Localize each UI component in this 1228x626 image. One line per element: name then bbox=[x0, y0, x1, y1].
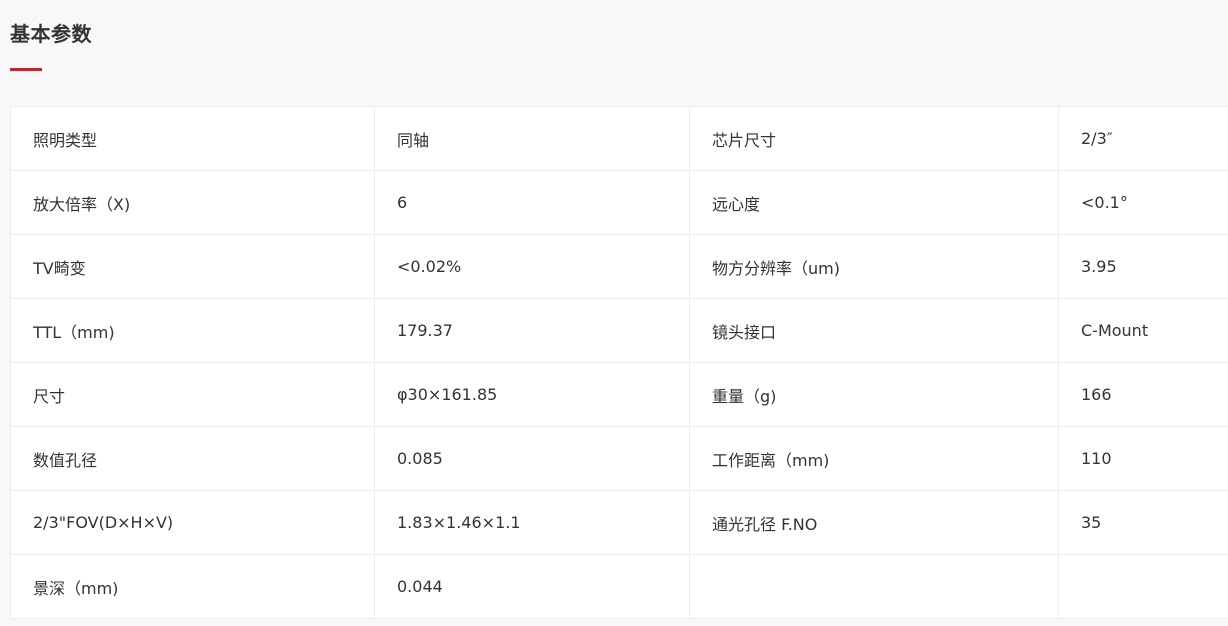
table-row: 照明类型 同轴 芯片尺寸 2/3″ bbox=[10, 106, 1228, 171]
spec-label: 芯片尺寸 bbox=[689, 106, 1059, 171]
spec-label: TV畸变 bbox=[10, 234, 375, 299]
spec-value: <0.1° bbox=[1058, 170, 1228, 235]
spec-label: 尺寸 bbox=[10, 362, 375, 427]
spec-value: C-Mount bbox=[1058, 298, 1228, 363]
table-row: TTL（mm) 179.37 镜头接口 C-Mount bbox=[10, 298, 1228, 363]
spec-value: 166 bbox=[1058, 362, 1228, 427]
spec-value-empty bbox=[1058, 554, 1228, 619]
spec-table: 照明类型 同轴 芯片尺寸 2/3″ 放大倍率（X) 6 远心度 <0.1° TV… bbox=[10, 106, 1228, 619]
spec-value: 35 bbox=[1058, 490, 1228, 555]
spec-label: 物方分辨率（um) bbox=[689, 234, 1059, 299]
spec-label-empty bbox=[689, 554, 1059, 619]
table-row: 数值孔径 0.085 工作距离（mm) 110 bbox=[10, 426, 1228, 491]
table-row: 2/3"FOV(D×H×V) 1.83×1.46×1.1 通光孔径 F.NO 3… bbox=[10, 490, 1228, 555]
spec-label: 重量（g) bbox=[689, 362, 1059, 427]
spec-value: 3.95 bbox=[1058, 234, 1228, 299]
spec-value: 同轴 bbox=[374, 106, 690, 171]
table-row: 景深（mm) 0.044 bbox=[10, 554, 1228, 619]
section-title: 基本参数 bbox=[10, 22, 92, 46]
spec-label: 镜头接口 bbox=[689, 298, 1059, 363]
spec-value: 6 bbox=[374, 170, 690, 235]
title-accent-underline bbox=[10, 68, 42, 71]
table-row: TV畸变 <0.02% 物方分辨率（um) 3.95 bbox=[10, 234, 1228, 299]
spec-label: 2/3"FOV(D×H×V) bbox=[10, 490, 375, 555]
spec-label: 照明类型 bbox=[10, 106, 375, 171]
spec-label: 景深（mm) bbox=[10, 554, 375, 619]
spec-label: 远心度 bbox=[689, 170, 1059, 235]
spec-label: 放大倍率（X) bbox=[10, 170, 375, 235]
spec-label: 数值孔径 bbox=[10, 426, 375, 491]
spec-label: 通光孔径 F.NO bbox=[689, 490, 1059, 555]
table-row: 尺寸 φ30×161.85 重量（g) 166 bbox=[10, 362, 1228, 427]
spec-value: 0.044 bbox=[374, 554, 690, 619]
section-header: 基本参数 bbox=[10, 20, 92, 71]
spec-value: 110 bbox=[1058, 426, 1228, 491]
spec-label: TTL（mm) bbox=[10, 298, 375, 363]
spec-value: 2/3″ bbox=[1058, 106, 1228, 171]
spec-value: <0.02% bbox=[374, 234, 690, 299]
table-row: 放大倍率（X) 6 远心度 <0.1° bbox=[10, 170, 1228, 235]
spec-value: 0.085 bbox=[374, 426, 690, 491]
spec-value: 1.83×1.46×1.1 bbox=[374, 490, 690, 555]
spec-value: φ30×161.85 bbox=[374, 362, 690, 427]
spec-label: 工作距离（mm) bbox=[689, 426, 1059, 491]
spec-value: 179.37 bbox=[374, 298, 690, 363]
